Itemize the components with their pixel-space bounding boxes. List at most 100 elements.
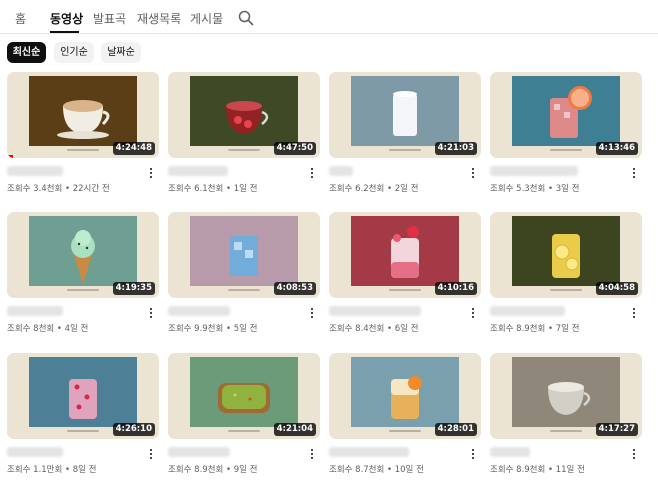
video-meta: 조회수 3.4천회 • 22시간 전 [7, 184, 110, 194]
video-duration-badge: 4:47:50 [273, 142, 316, 155]
video-duration-badge: 4:19:35 [112, 282, 155, 295]
tab-playlists[interactable]: 재생목록 [137, 10, 181, 27]
thumbnail-art-panel [29, 357, 137, 427]
video-title-blurred[interactable] [168, 447, 230, 457]
thumbnail-caption [228, 289, 260, 291]
video-duration-badge: 4:24:48 [112, 142, 155, 155]
video-thumbnail[interactable]: 4:21:04 [168, 353, 320, 439]
video-card[interactable]: 4:13:46 조회수 5.3천회 • 3일 전 [490, 72, 642, 202]
more-options-icon[interactable] [469, 447, 477, 461]
thumbnail-caption [228, 149, 260, 151]
video-thumbnail[interactable]: 4:08:53 [168, 212, 320, 298]
more-options-icon[interactable] [630, 166, 638, 180]
search-icon[interactable] [237, 9, 255, 27]
video-title-blurred[interactable] [7, 166, 63, 176]
video-thumbnail[interactable]: 4:26:10 [7, 353, 159, 439]
video-card[interactable]: 4:08:53 조회수 9.9천회 • 5일 전 [168, 212, 320, 342]
thumbnail-caption [389, 149, 421, 151]
video-card[interactable]: 4:04:58 조회수 8.9천회 • 7일 전 [490, 212, 642, 342]
video-meta: 조회수 8.4천회 • 6일 전 [329, 324, 419, 334]
video-card[interactable]: 4:28:01 조회수 8.7천회 • 10일 전 [329, 353, 481, 483]
video-card[interactable]: 4:19:35 조회수 8천회 • 4일 전 [7, 212, 159, 342]
strawberry-milk-image [391, 226, 419, 278]
video-title-blurred[interactable] [490, 306, 565, 316]
watch-progress-bar [7, 155, 14, 158]
video-thumbnail[interactable]: 4:21:03 [329, 72, 481, 158]
thumbnail-caption [67, 430, 99, 432]
video-meta: 조회수 8.7천회 • 10일 전 [329, 465, 424, 475]
more-options-icon[interactable] [630, 306, 638, 320]
video-title-blurred[interactable] [490, 166, 578, 176]
video-thumbnail[interactable]: 4:19:35 [7, 212, 159, 298]
video-thumbnail[interactable]: 4:24:48 [7, 72, 159, 158]
clear-tea-cup-image [548, 382, 591, 415]
thumbnail-caption [228, 430, 260, 432]
video-meta: 조회수 5.3천회 • 3일 전 [490, 184, 580, 194]
video-duration-badge: 4:13:46 [595, 142, 638, 155]
latte-cup-image [57, 100, 110, 139]
video-title-blurred[interactable] [168, 166, 228, 176]
chip-popular[interactable]: 인기순 [54, 42, 94, 63]
video-duration-badge: 4:28:01 [434, 423, 477, 436]
video-title-blurred[interactable] [490, 447, 530, 457]
chip-latest[interactable]: 최신순 [7, 42, 46, 63]
video-thumbnail[interactable]: 4:13:46 [490, 72, 642, 158]
tab-releases[interactable]: 발표곡 [93, 10, 126, 27]
more-options-icon[interactable] [147, 166, 155, 180]
thumbnail-art-panel [190, 76, 298, 146]
chip-date[interactable]: 날짜순 [101, 42, 141, 63]
video-meta: 조회수 8.9천회 • 9일 전 [168, 465, 258, 475]
video-title-blurred[interactable] [7, 306, 63, 316]
thumbnail-art-panel [190, 357, 298, 427]
tab-videos[interactable]: 동영상 [50, 10, 83, 27]
video-title-blurred[interactable] [329, 166, 353, 176]
thumbnail-art-panel [351, 216, 459, 286]
video-title-blurred[interactable] [168, 306, 230, 316]
video-card[interactable]: 4:21:03 조회수 6.2천회 • 2일 전 [329, 72, 481, 202]
thumbnail-caption [67, 149, 99, 151]
thumbnail-caption [550, 149, 582, 151]
pink-berry-soda-image [69, 379, 97, 419]
more-options-icon[interactable] [308, 166, 316, 180]
video-card[interactable]: 4:10:16 조회수 8.4천회 • 6일 전 [329, 212, 481, 342]
more-options-icon[interactable] [147, 447, 155, 461]
video-title-blurred[interactable] [329, 306, 421, 316]
thumbnail-art-panel [512, 216, 620, 286]
video-thumbnail[interactable]: 4:17:27 [490, 353, 642, 439]
video-meta: 조회수 1.1만회 • 8일 전 [7, 465, 97, 475]
video-thumbnail[interactable]: 4:28:01 [329, 353, 481, 439]
lemonade-image [552, 234, 580, 278]
video-meta: 조회수 6.2천회 • 2일 전 [329, 184, 419, 194]
video-duration-badge: 4:08:53 [273, 282, 316, 295]
tab-posts[interactable]: 게시물 [190, 10, 223, 27]
thumbnail-caption [550, 430, 582, 432]
video-title-blurred[interactable] [329, 447, 409, 457]
video-duration-badge: 4:10:16 [434, 282, 477, 295]
more-options-icon[interactable] [308, 447, 316, 461]
more-options-icon[interactable] [469, 306, 477, 320]
video-duration-badge: 4:21:04 [273, 423, 316, 436]
more-options-icon[interactable] [147, 306, 155, 320]
video-title-blurred[interactable] [7, 447, 63, 457]
berry-tea-cup-image [226, 101, 269, 134]
video-card[interactable]: 4:47:50 조회수 6.1천회 • 1일 전 [168, 72, 320, 202]
video-duration-badge: 4:21:03 [434, 142, 477, 155]
video-card[interactable]: 4:26:10 조회수 1.1만회 • 8일 전 [7, 353, 159, 483]
more-options-icon[interactable] [308, 306, 316, 320]
video-card[interactable]: 4:21:04 조회수 8.9천회 • 9일 전 [168, 353, 320, 483]
video-card[interactable]: 4:24:48 조회수 3.4천회 • 22시간 전 [7, 72, 159, 202]
tab-home[interactable]: 홈 [15, 10, 26, 27]
video-meta: 조회수 8.9천회 • 7일 전 [490, 324, 580, 334]
tabs-divider [0, 33, 658, 34]
avocado-toast-image [218, 383, 270, 413]
more-options-icon[interactable] [630, 447, 638, 461]
thumbnail-caption [389, 430, 421, 432]
video-thumbnail[interactable]: 4:47:50 [168, 72, 320, 158]
thumbnail-art-panel [351, 76, 459, 146]
video-thumbnail[interactable]: 4:04:58 [490, 212, 642, 298]
more-options-icon[interactable] [469, 166, 477, 180]
video-card[interactable]: 4:17:27 조회수 8.9천회 • 11일 전 [490, 353, 642, 483]
blue-ice-drink-image [230, 236, 258, 276]
grapefruit-soda-image [550, 86, 592, 138]
video-thumbnail[interactable]: 4:10:16 [329, 212, 481, 298]
